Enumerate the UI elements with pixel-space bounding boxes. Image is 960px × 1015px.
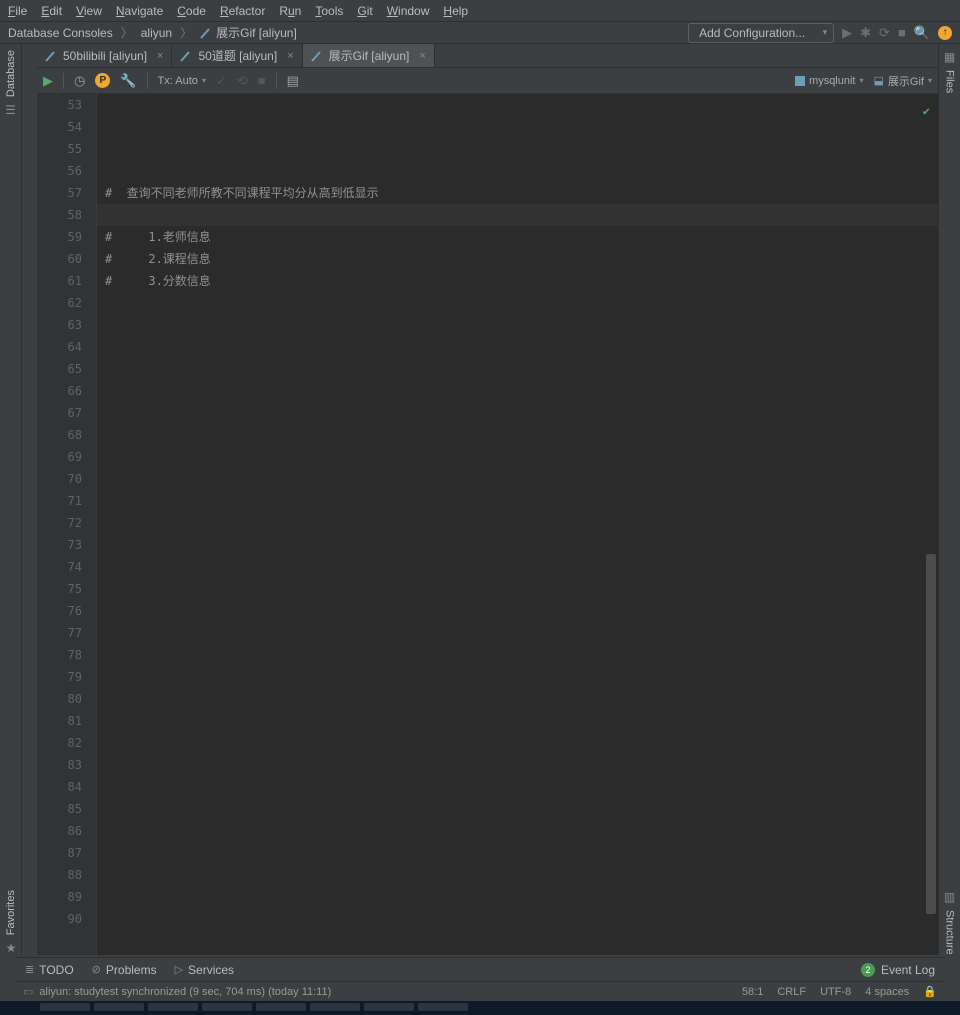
rail-structure[interactable]: Structure	[944, 910, 956, 955]
rail-files[interactable]: Files	[944, 70, 956, 93]
view-mode-icon[interactable]: ▤	[287, 73, 299, 89]
close-icon[interactable]: ×	[157, 50, 163, 62]
editor-tabs: 50bilibili [aliyun] × 50道题 [aliyun] × 展示…	[37, 44, 938, 68]
tab-label: 50bilibili [aliyun]	[63, 49, 147, 63]
commit-icon[interactable]: ✓	[216, 73, 227, 89]
tab-label: 50道题 [aliyun]	[198, 47, 277, 64]
stop-icon[interactable]: ■	[898, 25, 906, 40]
sql-file-icon	[45, 50, 57, 62]
menu-code[interactable]: Code	[177, 4, 206, 18]
debug-icon[interactable]: ✱	[860, 25, 871, 41]
panel-problems[interactable]: ⊘Problems	[92, 963, 157, 977]
status-icon: ▭	[23, 985, 33, 998]
tx-mode-selector[interactable]: Tx: Auto	[158, 75, 206, 87]
history-icon[interactable]: ◷	[74, 73, 85, 89]
datasource-selector[interactable]: mysqlunit	[795, 75, 863, 87]
status-bar: ▭ aliyun: studytest synchronized (9 sec,…	[15, 981, 945, 1001]
main-menu: File Edit View Navigate Code Refactor Ru…	[0, 0, 960, 22]
tab-50daoti[interactable]: 50道题 [aliyun] ×	[172, 44, 302, 67]
crumb-consoles[interactable]: Database Consoles	[8, 26, 113, 40]
run-config-selector[interactable]: Add Configuration...	[688, 23, 834, 43]
sql-file-icon	[180, 50, 192, 62]
menu-edit[interactable]: Edit	[41, 4, 62, 18]
inspection-ok-icon[interactable]: ✔	[923, 100, 930, 122]
panel-eventlog[interactable]: Event Log	[881, 963, 935, 977]
execute-icon[interactable]: ▶	[43, 73, 53, 89]
run-icon[interactable]: ▶	[842, 25, 852, 41]
structure-icon: ▥	[944, 890, 955, 904]
scrollbar-thumb[interactable]	[926, 554, 936, 914]
breadcrumb: Database Consoles 〉 aliyun 〉 展示Gif [aliy…	[8, 24, 297, 41]
indent-setting[interactable]: 4 spaces	[865, 986, 909, 998]
search-icon[interactable]: 🔍	[914, 25, 930, 41]
menu-file[interactable]: File	[8, 4, 27, 18]
menu-refactor[interactable]: Refactor	[220, 4, 265, 18]
panel-services[interactable]: ▷Services	[175, 963, 234, 977]
os-taskbar	[0, 1001, 960, 1015]
code-area[interactable]: ✔ # 查询不同老师所教不同课程平均分从高到低显示# 需要的表# 1.老师信息#…	[97, 94, 938, 955]
lock-icon[interactable]: 🔒	[923, 985, 937, 998]
list-icon: ≣	[25, 963, 34, 976]
tab-50bilibili[interactable]: 50bilibili [aliyun] ×	[37, 44, 172, 67]
menu-view[interactable]: View	[76, 4, 102, 18]
status-message: aliyun: studytest synchronized (9 sec, 7…	[39, 986, 331, 998]
output-selector[interactable]: 展示Gif	[874, 73, 932, 89]
left-tool-rail: Database ☰	[0, 44, 22, 955]
cursor-position[interactable]: 58:1	[742, 986, 763, 998]
cancel-icon[interactable]: ■	[258, 73, 266, 88]
right-tool-rail: ▦ Files ▥ Structure	[938, 44, 960, 955]
database-icon: ☰	[5, 103, 16, 117]
tab-label: 展示Gif [aliyun]	[329, 47, 410, 64]
tab-zhanshigif[interactable]: 展示Gif [aliyun] ×	[303, 44, 435, 67]
rail-database[interactable]: Database	[5, 50, 17, 97]
sql-file-icon	[311, 50, 323, 62]
chevron-right-icon: 〉	[121, 24, 133, 41]
menu-help[interactable]: Help	[443, 4, 468, 18]
navigation-bar: Database Consoles 〉 aliyun 〉 展示Gif [aliy…	[0, 22, 960, 44]
explain-plan-icon[interactable]: P	[95, 73, 110, 88]
menu-run[interactable]: Run	[279, 4, 301, 18]
update-icon[interactable]: ↑	[938, 26, 952, 40]
code-editor[interactable]: 5354555657585960616263646566676869707172…	[37, 94, 938, 955]
rail-favorites[interactable]: Favorites	[5, 890, 17, 935]
chevron-right-icon: 〉	[180, 24, 192, 41]
star-icon: ★	[6, 941, 17, 955]
coverage-icon[interactable]: ⟳	[879, 25, 890, 41]
sql-file-icon	[200, 27, 212, 39]
close-icon[interactable]: ×	[287, 50, 293, 62]
menu-window[interactable]: Window	[387, 4, 430, 18]
line-separator[interactable]: CRLF	[777, 986, 806, 998]
services-icon: ▷	[175, 963, 183, 976]
warning-icon: ⊘	[92, 963, 101, 976]
event-count-badge: 2	[861, 963, 875, 977]
crumb-aliyun[interactable]: aliyun	[141, 26, 172, 40]
crumb-file[interactable]: 展示Gif [aliyun]	[216, 24, 297, 41]
menu-navigate[interactable]: Navigate	[116, 4, 163, 18]
line-gutter: 5354555657585960616263646566676869707172…	[37, 94, 97, 955]
console-toolbar: ▶ ◷ P 🔧 Tx: Auto ✓ ⟲ ■ ▤ mysqlunit 展示Gif	[37, 68, 938, 94]
menu-git[interactable]: Git	[357, 4, 372, 18]
menu-tools[interactable]: Tools	[315, 4, 343, 18]
wrench-icon[interactable]: 🔧	[120, 73, 136, 89]
tool-window-bar: ≣TODO ⊘Problems ▷Services 2 Event Log	[15, 957, 945, 981]
close-icon[interactable]: ×	[419, 50, 425, 62]
panel-todo[interactable]: ≣TODO	[25, 963, 74, 977]
file-encoding[interactable]: UTF-8	[820, 986, 851, 998]
folder-icon: ▦	[944, 50, 955, 64]
rollback-icon[interactable]: ⟲	[237, 73, 248, 89]
